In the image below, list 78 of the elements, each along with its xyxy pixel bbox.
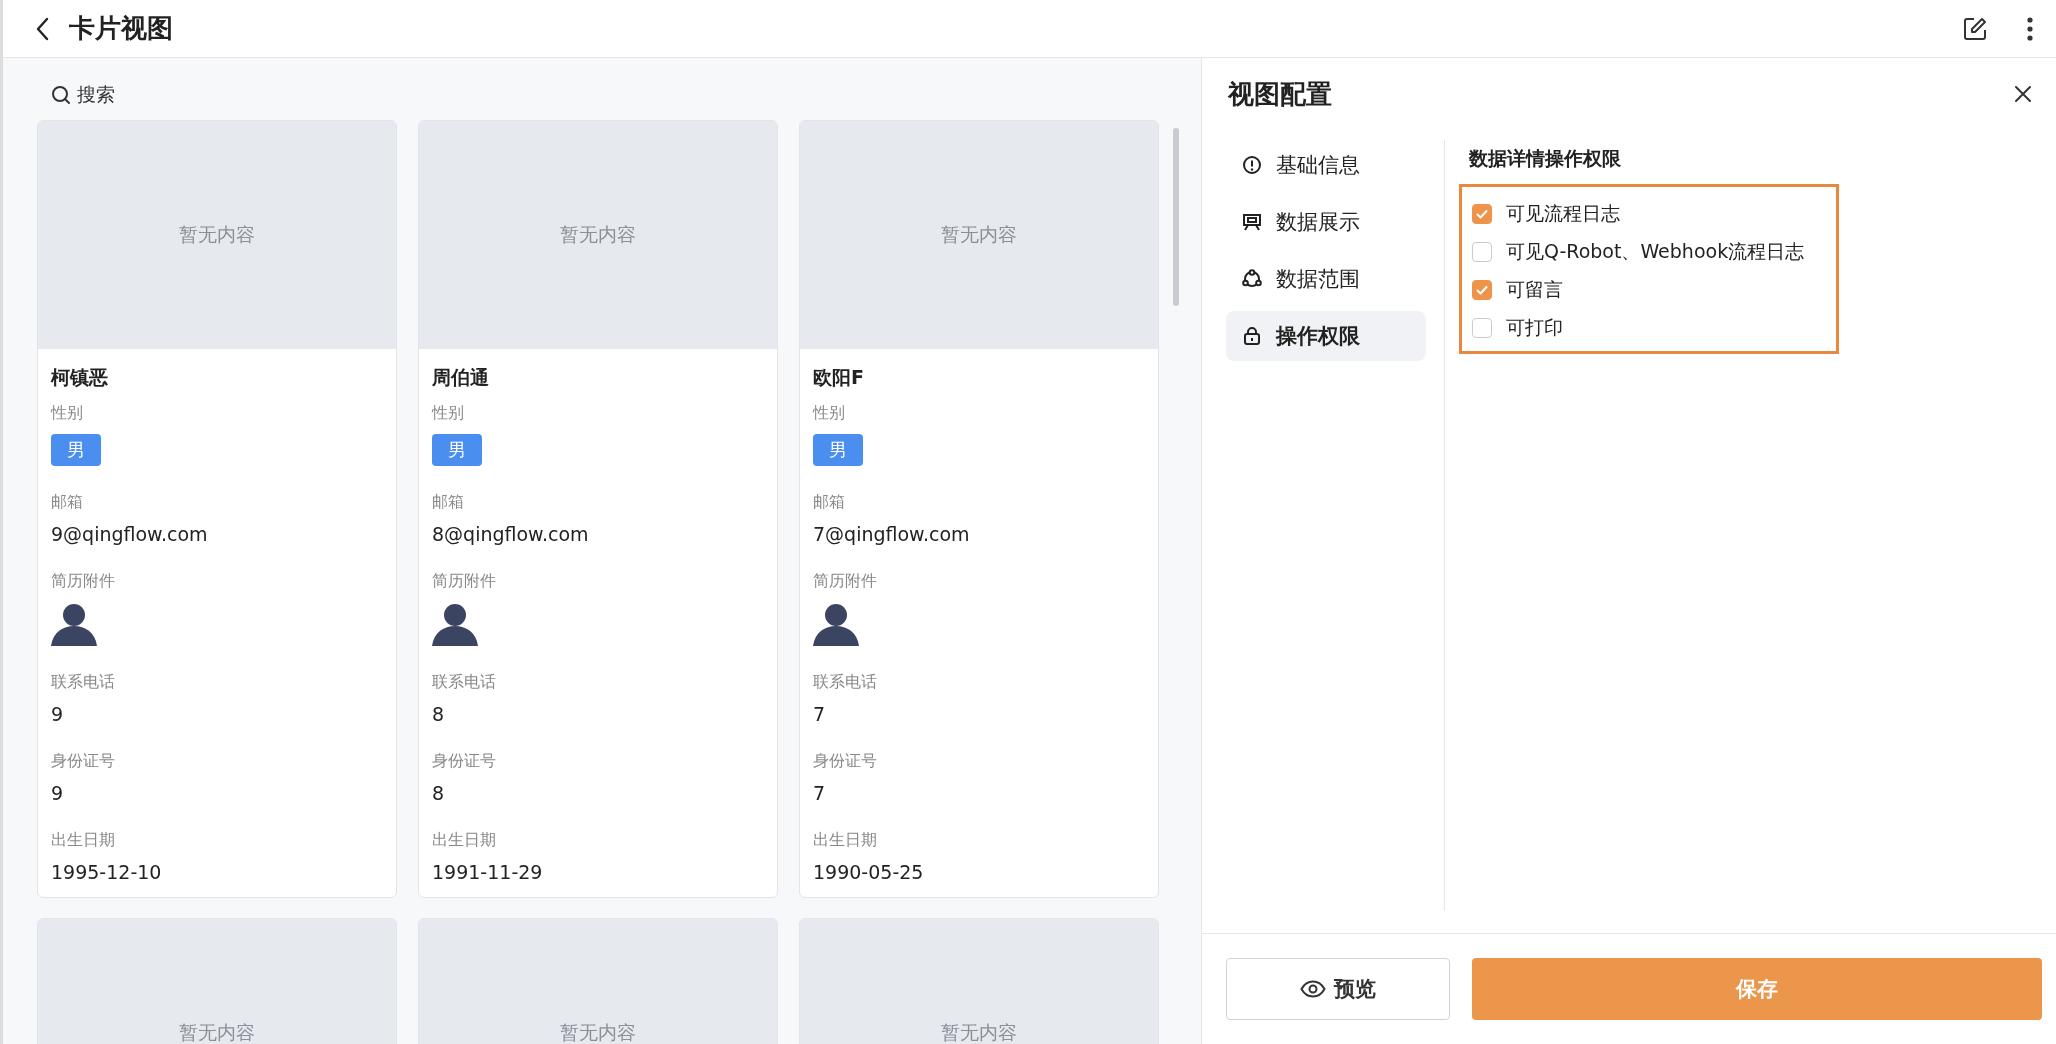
empty-text: 暂无内容 (179, 1020, 255, 1044)
page-title: 卡片视图 (69, 12, 173, 45)
field-value: 9@qingflow.com (51, 523, 209, 545)
field-value: 1995-12-10 (51, 861, 163, 883)
record-card[interactable]: 暂无内容 周伯通 性别 男 邮箱 8@qingflow.com 简历附件 联系电话 8 身份证号 8 出生日期 1991-11-29 (418, 120, 778, 898)
empty-text: 暂无内容 (560, 1020, 636, 1044)
check-icon (1475, 207, 1489, 221)
field-value: 1991-11-29 (432, 861, 544, 883)
checkbox[interactable] (1472, 318, 1492, 338)
card-title: 周伯通 (432, 365, 490, 390)
close-icon[interactable] (2014, 85, 2032, 103)
menu-item[interactable]: 数据展示 (1226, 197, 1426, 247)
checkbox[interactable] (1472, 242, 1492, 262)
section-title: 数据详情操作权限 (1469, 146, 1622, 171)
field-label: 身份证号 (813, 751, 878, 772)
field-label: 简历附件 (432, 571, 497, 592)
field-label: 联系电话 (813, 672, 878, 693)
gender-tag: 男 (432, 434, 482, 466)
field-label: 性别 (432, 403, 465, 424)
board-icon (1242, 212, 1262, 232)
checkbox[interactable] (1472, 280, 1492, 300)
permission-checkbox[interactable]: 可见Q-Robot、Webhook流程日志 (1472, 239, 1826, 265)
more-icon[interactable] (2026, 15, 2034, 42)
field-label: 出生日期 (432, 830, 497, 851)
field-value: 8@qingflow.com (432, 523, 590, 545)
permission-checkbox[interactable]: 可留言 (1472, 277, 1826, 303)
field-label: 简历附件 (813, 571, 878, 592)
field-value: 7@qingflow.com (813, 523, 971, 545)
field-value: 7 (813, 782, 827, 804)
field-label: 出生日期 (51, 830, 116, 851)
avatar-icon (51, 602, 97, 646)
field-label: 联系电话 (51, 672, 116, 693)
card-title: 欧阳F (813, 365, 865, 390)
eye-icon (1300, 980, 1326, 998)
menu-item[interactable]: 基础信息 (1226, 140, 1426, 190)
field-label: 邮箱 (813, 492, 846, 513)
field-label: 邮箱 (432, 492, 465, 513)
field-label: 性别 (813, 403, 846, 424)
field-value: 8 (432, 703, 446, 725)
menu-item[interactable]: 操作权限 (1226, 311, 1426, 361)
search-icon (51, 85, 71, 105)
gender-tag: 男 (813, 434, 863, 466)
field-value: 1990-05-25 (813, 861, 925, 883)
gender-tag: 男 (51, 434, 101, 466)
empty-text: 暂无内容 (560, 222, 636, 247)
field-value: 9 (51, 782, 65, 804)
record-card[interactable]: 暂无内容 欧阳F 性别 男 邮箱 7@qingflow.com 简历附件 联系电话 7 身份证号 7 出生日期 1990-05-25 (799, 120, 1159, 898)
field-label: 联系电话 (432, 672, 497, 693)
empty-text: 暂无内容 (941, 1020, 1017, 1044)
record-card[interactable]: 暂无内容 柯镇恶 性别 男 邮箱 9@qingflow.com 简历附件 联系电话 9 身份证号 9 出生日期 1995-12-10 (37, 120, 397, 898)
check-icon (1475, 283, 1489, 297)
field-label: 性别 (51, 403, 84, 424)
field-label: 身份证号 (51, 751, 116, 772)
preview-button[interactable]: 预览 (1226, 958, 1450, 1020)
scrollbar[interactable] (1173, 128, 1179, 306)
card-title: 柯镇恶 (51, 365, 109, 390)
field-label: 身份证号 (432, 751, 497, 772)
panel-title: 视图配置 (1228, 77, 1332, 111)
lock-icon (1242, 326, 1262, 346)
back-icon[interactable] (35, 16, 49, 41)
permission-checkbox[interactable]: 可打印 (1472, 315, 1826, 341)
permission-checkbox[interactable]: 可见流程日志 (1472, 201, 1826, 227)
field-value: 7 (813, 703, 827, 725)
avatar-icon (432, 602, 478, 646)
nodes-icon (1242, 269, 1262, 289)
field-value: 9 (51, 703, 65, 725)
checkbox[interactable] (1472, 204, 1492, 224)
edit-icon[interactable] (1962, 15, 1988, 42)
avatar-icon (813, 602, 859, 646)
field-label: 出生日期 (813, 830, 878, 851)
empty-text: 暂无内容 (941, 222, 1017, 247)
field-value: 8 (432, 782, 446, 804)
menu-item[interactable]: 数据范围 (1226, 254, 1426, 304)
search-button[interactable]: 搜索 (51, 80, 115, 110)
info-icon (1242, 155, 1262, 175)
field-label: 邮箱 (51, 492, 84, 513)
field-label: 简历附件 (51, 571, 116, 592)
empty-text: 暂无内容 (179, 222, 255, 247)
